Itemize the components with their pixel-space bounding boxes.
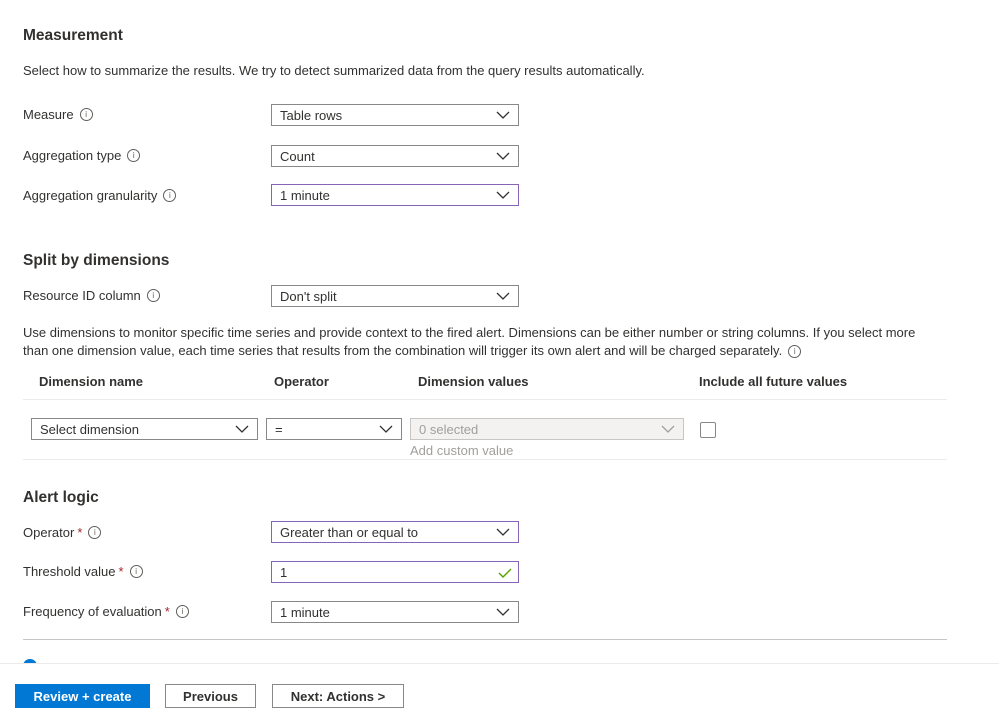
measurement-title: Measurement xyxy=(23,27,123,44)
split-title: Split by dimensions xyxy=(23,252,170,269)
frequency-label-text: Frequency of evaluation * xyxy=(23,604,170,619)
frequency-dropdown[interactable]: 1 minute xyxy=(271,601,519,623)
aggregation-granularity-value: 1 minute xyxy=(280,187,330,203)
chevron-down-icon xyxy=(496,152,510,160)
chevron-down-icon xyxy=(379,425,393,433)
dimension-operator-value: = xyxy=(275,421,283,437)
measure-dropdown[interactable]: Table rows xyxy=(271,104,519,126)
measurement-description: Select how to summarize the results. We … xyxy=(23,63,645,78)
threshold-label-text: Threshold value * xyxy=(23,564,124,579)
measure-label-text: Measure xyxy=(23,107,74,122)
info-icon[interactable]: i xyxy=(79,108,93,121)
chevron-down-icon xyxy=(496,608,510,616)
frequency-label: Frequency of evaluation * i xyxy=(23,604,189,619)
info-icon[interactable]: i xyxy=(788,344,802,358)
aggregation-granularity-label-text: Aggregation granularity xyxy=(23,188,158,203)
resource-id-dropdown[interactable]: Don't split xyxy=(271,285,519,307)
aggregation-type-dropdown[interactable]: Count xyxy=(271,145,519,167)
operator-label: Operator * i xyxy=(23,525,102,540)
column-header-operator: Operator xyxy=(274,374,329,389)
info-icon[interactable]: i xyxy=(127,149,141,162)
info-icon[interactable]: i xyxy=(163,189,177,202)
previous-button[interactable]: Previous xyxy=(165,684,256,708)
resource-id-label: Resource ID column i xyxy=(23,288,160,303)
split-description-line1: Use dimensions to monitor specific time … xyxy=(23,325,916,340)
operator-dropdown[interactable]: Greater than or equal to xyxy=(271,521,519,543)
review-create-button[interactable]: Review + create xyxy=(15,684,150,708)
alert-logic-title: Alert logic xyxy=(23,489,99,506)
column-header-dimension-name: Dimension name xyxy=(39,374,144,389)
aggregation-type-label: Aggregation type i xyxy=(23,148,141,163)
dimension-name-dropdown[interactable]: Select dimension xyxy=(31,418,258,440)
measure-label: Measure i xyxy=(23,107,93,122)
dimension-values-dropdown: 0 selected xyxy=(410,418,684,440)
threshold-label: Threshold value * i xyxy=(23,564,143,579)
split-description: Use dimensions to monitor specific time … xyxy=(23,324,983,360)
chevron-down-icon xyxy=(496,191,510,199)
info-icon[interactable]: i xyxy=(88,526,102,539)
operator-value: Greater than or equal to xyxy=(280,524,419,540)
add-custom-value-link: Add custom value xyxy=(410,443,514,458)
dimension-operator-dropdown[interactable]: = xyxy=(266,418,402,440)
info-icon[interactable]: i xyxy=(146,289,160,302)
aggregation-type-label-text: Aggregation type xyxy=(23,148,122,163)
chevron-down-icon xyxy=(496,292,510,300)
aggregation-granularity-label: Aggregation granularity i xyxy=(23,188,177,203)
chevron-down-icon xyxy=(661,425,675,433)
chevron-down-icon xyxy=(235,425,249,433)
chevron-down-icon xyxy=(496,111,510,119)
table-row-divider xyxy=(23,459,947,460)
dimension-name-placeholder: Select dimension xyxy=(40,421,139,437)
info-icon[interactable]: i xyxy=(129,565,143,578)
operator-label-text: Operator * xyxy=(23,525,83,540)
include-future-values-checkbox[interactable] xyxy=(700,422,716,438)
dimension-values-value: 0 selected xyxy=(419,421,479,437)
threshold-value: 1 xyxy=(280,564,288,580)
checkmark-icon xyxy=(498,568,512,578)
split-description-line2-row: than one dimension value, each time seri… xyxy=(23,342,983,360)
column-header-dimension-values: Dimension values xyxy=(418,374,529,389)
resource-id-label-text: Resource ID column xyxy=(23,288,141,303)
chevron-down-icon xyxy=(496,528,510,536)
resource-id-value: Don't split xyxy=(280,288,337,304)
table-header-divider xyxy=(23,399,947,400)
aggregation-type-value: Count xyxy=(280,148,315,164)
aggregation-granularity-dropdown[interactable]: 1 minute xyxy=(271,184,519,206)
measure-value: Table rows xyxy=(280,107,343,123)
split-description-line2: than one dimension value, each time seri… xyxy=(23,343,783,358)
frequency-value: 1 minute xyxy=(280,604,330,620)
section-divider xyxy=(23,639,947,640)
threshold-input[interactable]: 1 xyxy=(271,561,519,583)
info-icon[interactable]: i xyxy=(175,605,189,618)
next-actions-button[interactable]: Next: Actions > xyxy=(272,684,404,708)
column-header-include-future: Include all future values xyxy=(699,374,848,389)
